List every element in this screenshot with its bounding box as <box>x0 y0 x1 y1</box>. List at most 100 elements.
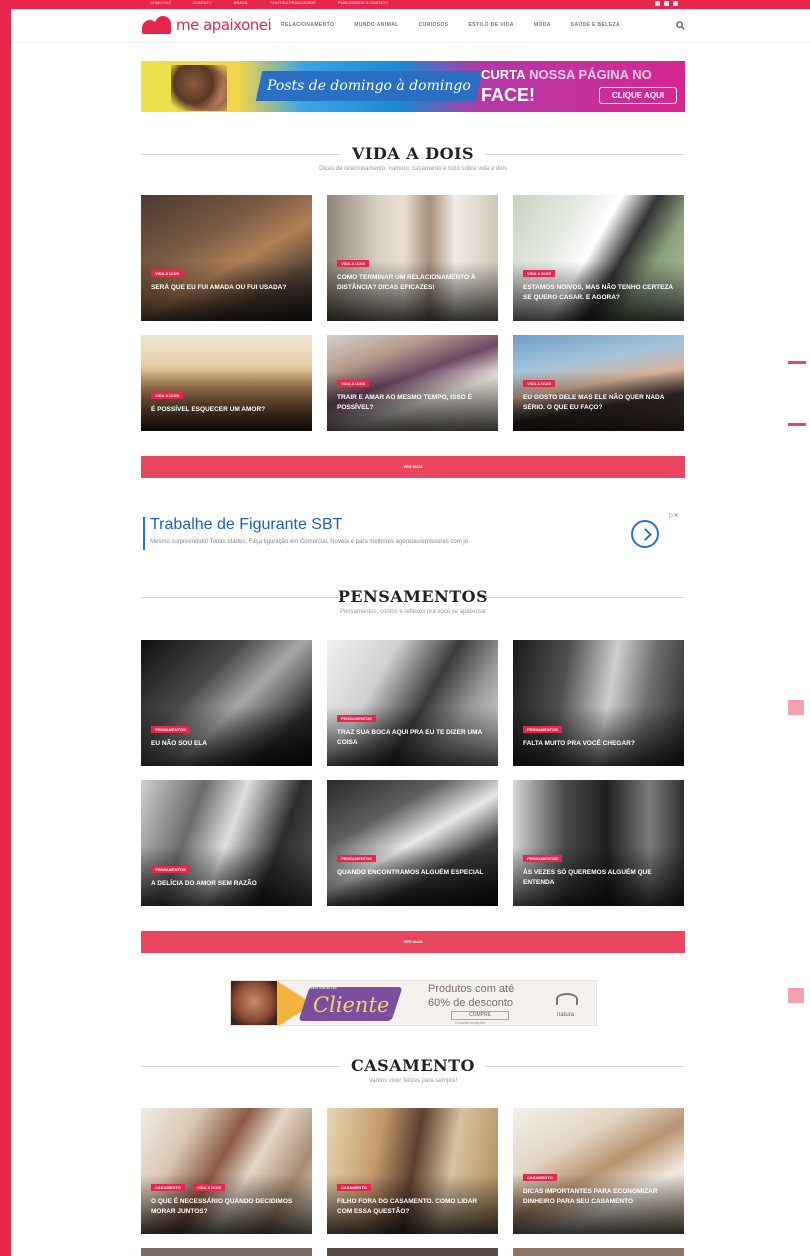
category-tag[interactable]: VIDA A DOIS <box>523 270 556 277</box>
ad-line-2: 60% de desconto <box>428 997 514 1009</box>
article-card[interactable]: CASAMENTO VIDA A DOIS O QUE É NECESSÁRIO… <box>141 1108 312 1234</box>
topbar-link[interactable]: CONTATO <box>193 0 212 6</box>
article-card[interactable]: PENSAMENTOS EU NÃO SOU ELA <box>141 640 312 766</box>
article-title[interactable]: QUANDO ENCONTRAMOS ALGUÉM ESPECIAL <box>337 868 488 878</box>
twitter-icon[interactable] <box>664 1 669 6</box>
category-tag[interactable]: CASAMENTO <box>337 1184 371 1191</box>
article-title[interactable]: TRAZ SUA BOCA AQUI PRA EU TE DIZER UMA C… <box>337 728 488 748</box>
article-title[interactable]: FALTA MUITO PRA VOCÊ CHEGAR? <box>523 739 674 749</box>
article-title[interactable]: EU GOSTO DELE MAS ELE NÃO QUER NADA SÉRI… <box>523 393 674 413</box>
topbar-links: COMO FAZ CONTATO BRASIL POLÍTICA PRIVACI… <box>150 0 388 6</box>
category-tag-secondary[interactable]: VIDA A DOIS <box>193 1184 226 1191</box>
topbar-link[interactable]: COMO FAZ <box>150 0 171 6</box>
nav-item-relacionamento[interactable]: RELACIONAMENTO <box>281 22 334 28</box>
natura-logo-icon <box>556 993 578 1005</box>
article-card[interactable]: CASAMENTO DICAS IMPORTANTES PARA ECONOMI… <box>513 1108 684 1234</box>
site-logo[interactable]: me apaixonei <box>142 16 272 34</box>
see-more-button[interactable]: VER MAIS <box>141 456 685 478</box>
banner-script-ribbon: Posts de domingo à domingo <box>255 71 483 101</box>
nav-item-estilo-de-vida[interactable]: ESTILO DE VIDA <box>469 22 514 28</box>
article-card[interactable]: PENSAMENTOS A DELÍCIA DO AMOR SEM RAZÃO <box>141 780 312 906</box>
section-subtitle: Pensamentos, contos e reflexos pra você … <box>339 609 487 615</box>
banner-script-text: Posts de domingo à domingo <box>267 78 471 94</box>
ad-buy-button[interactable]: COMPRE <box>451 1011 509 1020</box>
ad-title[interactable]: Trabalhe de Figurante SBT <box>150 516 342 534</box>
next-row-peek <box>141 1248 312 1256</box>
ad-line-1: Produtos com até <box>428 983 515 995</box>
article-title[interactable]: A DELÍCIA DO AMOR SEM RAZÃO <box>151 879 302 889</box>
category-tag[interactable]: PENSAMENTOS <box>337 715 376 722</box>
facebook-promo-banner[interactable]: Posts de domingo à domingo CURTA NOSSA P… <box>141 61 685 112</box>
article-card[interactable]: CASAMENTO FILHO FORA DO CASAMENTO. COMO … <box>327 1108 498 1234</box>
category-tag[interactable]: VIDA A DOIS <box>337 260 370 267</box>
nav-item-mundo-animal[interactable]: MUNDO ANIMAL <box>354 22 398 28</box>
article-title[interactable]: É POSSÍVEL ESQUECER UM AMOR? <box>151 405 302 415</box>
heart-logo-icon <box>142 16 172 34</box>
category-tag[interactable]: CASAMENTO <box>523 1174 557 1181</box>
category-tag[interactable]: VIDA A DOIS <box>523 380 556 387</box>
article-card[interactable]: PENSAMENTOS FALTA MUITO PRA VOCÊ CHEGAR? <box>513 640 684 766</box>
search-icon[interactable] <box>676 21 685 30</box>
ad-choices-icon[interactable]: ▷✕ <box>669 512 679 519</box>
category-tag[interactable]: PENSAMENTOS <box>523 726 562 733</box>
logo-text: me apaixonei <box>176 16 272 34</box>
section-header-pensamentos: PENSAMENTOS Pensamentos, contos e reflex… <box>141 587 685 615</box>
banner-click-button[interactable]: CLIQUE AQUI <box>599 87 677 104</box>
article-title[interactable]: EU NÃO SOU ELA <box>151 739 302 749</box>
nav-item-moda[interactable]: MODA <box>534 22 551 28</box>
category-tag[interactable]: VIDA A DOIS <box>151 392 184 399</box>
article-card[interactable]: VIDA A DOIS TRAIR E AMAR AO MESMO TEMPO,… <box>327 335 498 431</box>
article-card[interactable]: VIDA A DOIS SERÁ QUE EU FUI AMADA OU FUI… <box>141 195 312 321</box>
banner-headline: CURTA NOSSA PÁGINA NO <box>481 67 652 82</box>
topbar-link[interactable]: PUBLICIDADE E CONTATO <box>338 0 388 6</box>
category-tag[interactable]: CASAMENTO <box>151 1184 185 1191</box>
nav-item-saude-e-beleza[interactable]: SAÚDE E BELEZA <box>571 22 620 28</box>
article-card[interactable]: VIDA A DOIS ESTAMOS NOIVOS, MAS NÃO TENH… <box>513 195 684 321</box>
category-tag[interactable]: VIDA A DOIS <box>151 270 184 277</box>
article-title[interactable]: FILHO FORA DO CASAMENTO. COMO LIDAR COM … <box>337 1197 488 1217</box>
article-card[interactable]: PENSAMENTOS ÀS VEZES SÓ QUEREMOS ALGUÉM … <box>513 780 684 906</box>
article-title[interactable]: COMO TERMINAR UM RELACIONAMENTO À DISTÂN… <box>337 273 488 293</box>
see-more-button[interactable]: VER MAIS <box>141 931 685 953</box>
article-card[interactable]: VIDA A DOIS COMO TERMINAR UM RELACIONAME… <box>327 195 498 321</box>
facebook-icon[interactable] <box>655 1 660 6</box>
site-header: me apaixonei RELACIONAMENTO MUNDO ANIMAL… <box>11 9 810 43</box>
article-title[interactable]: ÀS VEZES SÓ QUEREMOS ALGUÉM QUE ENTENDA <box>523 868 674 888</box>
article-title[interactable]: DICAS IMPORTANTES PARA ECONOMIZAR DINHEI… <box>523 1187 674 1207</box>
category-tag[interactable]: PENSAMENTOS <box>151 866 190 873</box>
nav-item-curiosos[interactable]: CURIOSOS <box>419 22 449 28</box>
ad-model-photo <box>231 981 277 1025</box>
category-tag[interactable]: PENSAMENTOS <box>523 855 562 862</box>
main-nav: RELACIONAMENTO MUNDO ANIMAL CURIOSOS EST… <box>281 22 620 28</box>
natura-logo-text: natura <box>557 1012 575 1018</box>
section-header-casamento: CASAMENTO Vamos viver felizes para sempr… <box>141 1056 685 1084</box>
text-ad[interactable]: Trabalhe de Figurante SBT Mesmo surpreen… <box>141 512 688 552</box>
article-card[interactable]: VIDA A DOIS É POSSÍVEL ESQUECER UM AMOR? <box>141 335 312 431</box>
category-tag[interactable]: PENSAMENTOS <box>337 855 376 862</box>
ad-next-arrow-icon[interactable] <box>631 520 659 548</box>
article-title[interactable]: SERÁ QUE EU FUI AMADA OU FUI USADA? <box>151 283 302 293</box>
article-title[interactable]: O QUE É NECESSÁRIO QUANDO DECIDIMOS MORA… <box>151 1197 302 1217</box>
ad-description: Mesmo surpreendido! Todas Idades, Faça f… <box>150 539 469 545</box>
article-card[interactable]: PENSAMENTOS TRAZ SUA BOCA AQUI PRA EU TE… <box>327 640 498 766</box>
article-card[interactable]: VIDA A DOIS EU GOSTO DELE MAS ELE NÃO QU… <box>513 335 684 431</box>
article-title[interactable]: TRAIR E AMAR AO MESMO TEMPO, ISSO É POSS… <box>337 393 488 413</box>
couple-photo <box>171 65 227 111</box>
topbar-link[interactable]: POLÍTICA PRIVACIDADE <box>270 0 316 6</box>
social-icons <box>655 1 678 6</box>
article-card[interactable]: PENSAMENTOS QUANDO ENCONTRAMOS ALGUÉM ES… <box>327 780 498 906</box>
natura-display-ad[interactable]: Semana do Cliente Produtos com até 60% d… <box>230 980 597 1026</box>
section-subtitle: Vamos viver felizes para sempre! <box>368 1078 458 1084</box>
topbar-link[interactable]: BRASIL <box>234 0 248 6</box>
ad-pill-small-text: Semana do <box>311 985 337 991</box>
banner-face-text: FACE! <box>481 85 535 105</box>
next-row-peek <box>327 1248 498 1256</box>
article-title[interactable]: ESTAMOS NOIVOS, MAS NÃO TENHO CERTEZA SE… <box>523 283 674 303</box>
category-tag[interactable]: VIDA A DOIS <box>337 380 370 387</box>
category-tag[interactable]: PENSAMENTOS <box>151 726 190 733</box>
instagram-icon[interactable] <box>673 1 678 6</box>
section-header-vida-a-dois: VIDA A DOIS Dicas de relacionamento, nam… <box>141 144 685 172</box>
top-red-bar <box>0 0 810 9</box>
next-row-peek <box>513 1248 684 1256</box>
ad-pill-big-text: Cliente <box>313 993 390 1017</box>
